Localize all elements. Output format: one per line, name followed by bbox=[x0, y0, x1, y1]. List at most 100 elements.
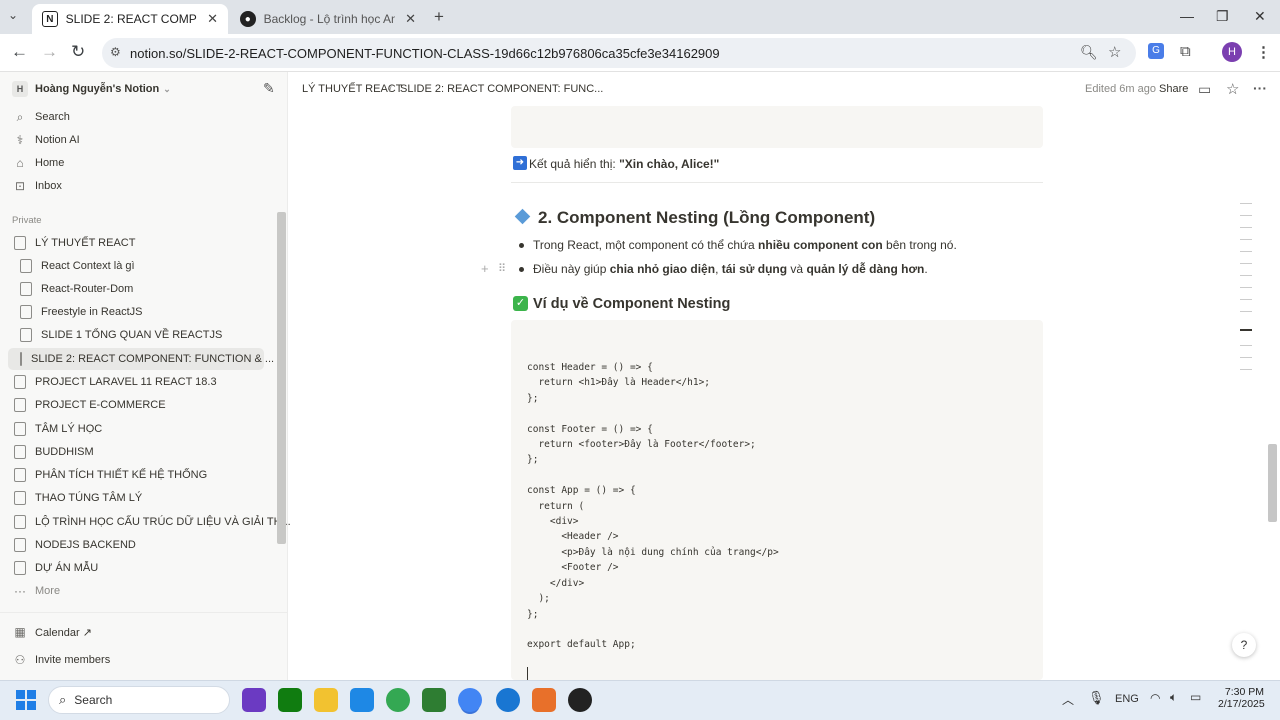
new-page-icon[interactable]: ✎ bbox=[263, 80, 275, 97]
page-icon bbox=[14, 515, 26, 529]
search-icon: ⌕ bbox=[16, 109, 24, 124]
volume-icon[interactable]: 🔈︎ bbox=[1170, 690, 1177, 705]
page-icon bbox=[14, 236, 26, 250]
excel-icon[interactable] bbox=[422, 688, 446, 712]
sidebar: H Hoàng Nguyễn's Notion ⌄ ✎ ⌕ Search ⚕ Not… bbox=[0, 72, 291, 680]
bullet-dot bbox=[519, 243, 524, 248]
sidebar-page[interactable]: BUDDHISM bbox=[12, 441, 94, 463]
new-tab-icon[interactable]: + bbox=[434, 7, 444, 27]
code-line: export default App; bbox=[527, 639, 636, 651]
code-line: <Footer /> bbox=[527, 562, 619, 574]
sidebar-page[interactable]: SLIDE 1 TỔNG QUAN VỀ REACTJS bbox=[18, 324, 222, 346]
taskbar-app-icon[interactable] bbox=[242, 688, 266, 712]
sidebar-page[interactable]: PHÂN TÍCH THIẾT KẾ HỆ THỐNG bbox=[12, 464, 207, 486]
add-block-icon[interactable]: + bbox=[481, 261, 489, 276]
page-scrollbar[interactable] bbox=[1268, 444, 1277, 522]
workspace-switcher[interactable]: H Hoàng Nguyễn's Notion ⌄ bbox=[12, 78, 171, 100]
tab-notion[interactable]: N SLIDE 2: REACT COMPONENT: F ✕ bbox=[32, 4, 228, 34]
sidebar-scrollbar[interactable] bbox=[277, 212, 286, 544]
table-of-contents-outline[interactable] bbox=[1240, 203, 1252, 373]
clock-time: 7:30 PM bbox=[1224, 686, 1264, 698]
search-icon: ⌕ bbox=[59, 692, 67, 707]
sidebar-more[interactable]: ··· More bbox=[12, 580, 60, 602]
browser-menu-icon[interactable]: ⋮ bbox=[1256, 43, 1271, 61]
extensions-icon[interactable]: ⧉ bbox=[1180, 43, 1191, 60]
sidebar-item-label: Freestyle in ReactJS bbox=[41, 306, 143, 318]
battery-icon[interactable]: ▭ bbox=[1190, 690, 1201, 704]
sidebar-page[interactable]: TÂM LÝ HỌC bbox=[12, 418, 102, 440]
tab-title: SLIDE 2: REACT COMPONENT: F bbox=[65, 12, 197, 26]
wifi-icon[interactable]: ◠ bbox=[1150, 691, 1160, 705]
edge-icon[interactable] bbox=[496, 688, 520, 712]
clock[interactable]: 7:30 PM 2/17/2025 bbox=[1218, 686, 1265, 710]
sidebar-page[interactable]: LÝ THUYẾT REACT bbox=[12, 232, 135, 254]
comments-icon[interactable]: ▭ bbox=[1198, 81, 1211, 98]
url-text: notion.so/SLIDE-2-REACT-COMPONENT-FUNCTI… bbox=[130, 45, 720, 61]
tray-chevron-icon[interactable]: ︿ bbox=[1062, 691, 1074, 708]
microphone-icon[interactable]: 🎙︎ bbox=[1088, 690, 1105, 706]
sidebar-item-notion-ai[interactable]: ⚕ Notion AI bbox=[12, 129, 80, 151]
chrome-icon[interactable] bbox=[386, 688, 410, 712]
code-line: const Header = () => { bbox=[527, 362, 653, 373]
bookmark-star-icon[interactable]: ☆ bbox=[1108, 43, 1121, 61]
minimize-icon[interactable]: — bbox=[1180, 8, 1194, 24]
bullet-text: Trong React, một component có thể chứa bbox=[533, 238, 759, 252]
page-icon bbox=[20, 282, 32, 296]
taskbar-search[interactable]: ⌕ Search bbox=[48, 686, 230, 714]
chrome-profile-icon[interactable] bbox=[458, 688, 482, 712]
sidebar-page[interactable]: Freestyle in ReactJS bbox=[18, 301, 142, 323]
restore-icon[interactable]: ❐ bbox=[1216, 8, 1229, 25]
tab-search-chevron-icon[interactable]: ⌄ bbox=[8, 8, 18, 22]
tab-github[interactable]: ● Backlog - Lộ trình học Android ✕ bbox=[230, 4, 426, 34]
sidebar-item-label: React-Router-Dom bbox=[41, 283, 134, 295]
close-tab-icon[interactable]: ✕ bbox=[405, 11, 416, 27]
breadcrumb-current[interactable]: SLIDE 2: REACT COMPONENT: FUNC... bbox=[400, 83, 603, 95]
bullet-bold: quản lý dễ dàng hơn bbox=[806, 262, 925, 276]
sidebar-page[interactable]: NODEJS BACKEND bbox=[12, 534, 136, 556]
drag-handle-icon[interactable]: ⠿ bbox=[498, 262, 506, 275]
more-dots-icon: ··· bbox=[14, 584, 26, 598]
sidebar-item-search[interactable]: ⌕ Search bbox=[12, 106, 70, 128]
sidebar-item-label: TÂM LÝ HỌC bbox=[35, 423, 103, 435]
back-icon[interactable]: ← bbox=[11, 42, 28, 62]
code-line: return <footer>Đây là Footer</footer>; bbox=[527, 439, 756, 451]
sidebar-page[interactable]: DỰ ÁN MẪU bbox=[12, 557, 98, 579]
forward-icon[interactable]: → bbox=[41, 42, 58, 62]
close-window-icon[interactable]: ✕ bbox=[1254, 8, 1266, 25]
sidebar-item-calendar[interactable]: ▦ Calendar ↗ bbox=[12, 621, 92, 643]
share-button[interactable]: Share bbox=[1159, 83, 1188, 95]
reload-icon[interactable]: ↻ bbox=[71, 42, 85, 62]
profile-avatar[interactable]: H bbox=[1222, 42, 1242, 62]
address-bar[interactable]: ⚙ notion.so/SLIDE-2-REACT-COMPONENT-FUNC… bbox=[102, 38, 1136, 68]
vscode-icon[interactable] bbox=[350, 688, 374, 712]
code-content[interactable]: const Header = () => { return <h1>Đây là… bbox=[527, 360, 779, 653]
taskbar-app-icon[interactable] bbox=[568, 688, 592, 712]
more-options-icon[interactable]: ··· bbox=[1253, 80, 1267, 96]
zoom-search-icon[interactable]: 🔍︎ bbox=[1080, 44, 1098, 61]
breadcrumb-parent[interactable]: LÝ THUYẾT REACT bbox=[302, 83, 402, 95]
workspace-name: Hoàng Nguyễn's Notion bbox=[35, 83, 160, 95]
sidebar-page[interactable]: LỘ TRÌNH HỌC CẤU TRÚC DỮ LIỆU VÀ GIẢI TH… bbox=[12, 511, 291, 533]
xampp-icon[interactable] bbox=[532, 688, 556, 712]
site-info-icon[interactable]: ⚙ bbox=[110, 45, 121, 59]
xbox-icon[interactable] bbox=[278, 688, 302, 712]
sidebar-page[interactable]: PROJECT E-COMMERCE bbox=[12, 394, 166, 416]
sidebar-item-invite[interactable]: ⚇ Invite members bbox=[12, 649, 111, 671]
sidebar-page[interactable]: React Context là gì bbox=[18, 255, 135, 277]
sidebar-item-home[interactable]: ⌂ Home bbox=[12, 152, 64, 174]
sidebar-page[interactable]: React-Router-Dom bbox=[18, 278, 133, 300]
sidebar-page[interactable]: PROJECT LARAVEL 11 REACT 18.3 bbox=[12, 371, 217, 393]
file-explorer-icon[interactable] bbox=[314, 688, 338, 712]
page-icon bbox=[14, 491, 26, 505]
windows-start-icon[interactable] bbox=[16, 690, 36, 710]
code-line: <div> bbox=[527, 516, 579, 528]
close-tab-icon[interactable]: ✕ bbox=[207, 11, 218, 27]
ai-icon: ⚕ bbox=[16, 133, 24, 147]
sidebar-page-active[interactable]: SLIDE 2: REACT COMPONENT: FUNCTION & ... bbox=[8, 348, 274, 370]
favorite-star-icon[interactable]: ☆ bbox=[1226, 80, 1239, 98]
sidebar-page[interactable]: THAO TÚNG TÂM LÝ bbox=[12, 487, 142, 509]
help-button[interactable]: ? bbox=[1232, 633, 1256, 657]
translate-extension-icon[interactable]: G bbox=[1148, 43, 1164, 59]
language-indicator[interactable]: ENG bbox=[1115, 693, 1139, 705]
sidebar-item-inbox[interactable]: ⊡ Inbox bbox=[12, 175, 62, 197]
